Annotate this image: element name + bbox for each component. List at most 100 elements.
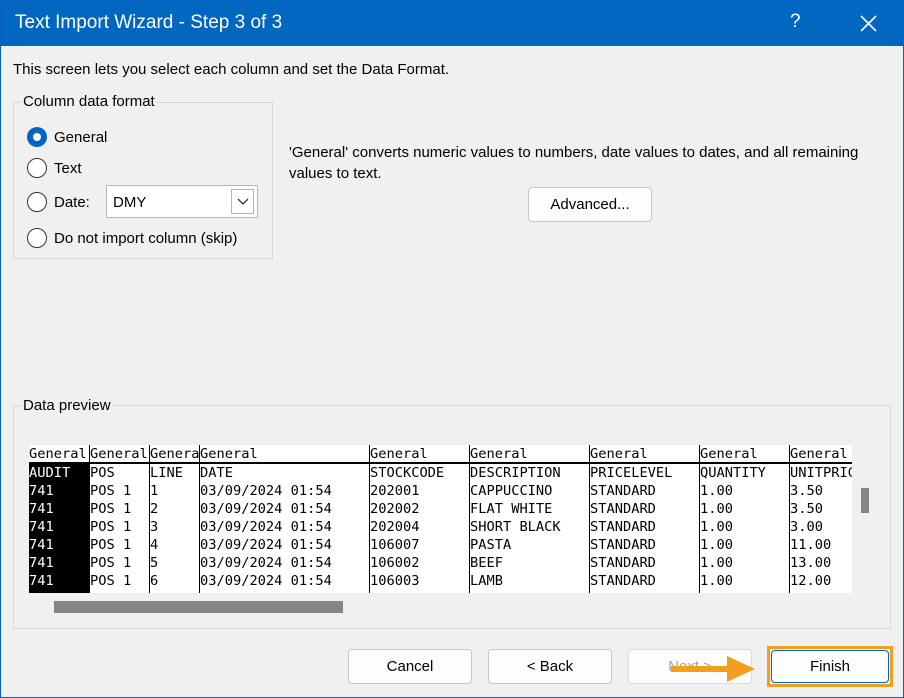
preview-cell: 1.00 (700, 555, 733, 571)
preview-cell: 202002 (370, 501, 420, 517)
preview-cell: STOCKCODE (370, 465, 445, 481)
preview-cell: 106007 (370, 537, 420, 553)
preview-cell: POS 1 (90, 573, 132, 589)
preview-cell: 1.00 (700, 537, 733, 553)
preview-cell: 741 (29, 519, 54, 535)
preview-column-header[interactable]: General (370, 445, 469, 464)
radio-general-label: General (54, 128, 108, 146)
preview-cell: PRICELEVEL (590, 465, 673, 481)
preview-cell: 1.00 (700, 501, 733, 517)
radio-text-button[interactable] (27, 158, 47, 178)
preview-cell: 1 (150, 483, 159, 499)
preview-cell: FLAT WHITE (470, 501, 553, 517)
preview-cell: LAMB (470, 573, 503, 589)
preview-column-header[interactable]: General (590, 445, 699, 464)
preview-cell: POS 1 (90, 483, 132, 499)
preview-cell: CAPPUCCINO (470, 483, 553, 499)
annotation-arrow-icon (671, 656, 755, 682)
radio-text-label: Text (54, 159, 82, 177)
preview-cell: 1.00 (700, 519, 733, 535)
preview-column[interactable]: General QUANTITY 1.00 1.00 1.00 1.00 1.00 1.00 (699, 445, 789, 593)
radio-text[interactable]: Text (27, 156, 82, 180)
preview-cell: 741 (29, 537, 54, 553)
preview-cell: POS (90, 465, 115, 481)
preview-cell: 03/09/2024 01:54 (200, 573, 332, 589)
intro-text: This screen lets you select each column … (13, 61, 450, 78)
preview-cell: 741 (29, 483, 54, 499)
preview-column[interactable]: General DATE 03/09/2024 01:54 03/09/2024 01… (199, 445, 369, 593)
preview-column-header[interactable]: General (470, 445, 589, 464)
close-icon (860, 15, 877, 32)
vertical-scrollbar-thumb[interactable] (861, 488, 869, 513)
preview-cell: DESCRIPTION (470, 465, 561, 481)
chevron-down-icon (237, 198, 248, 205)
preview-column-header[interactable]: General (200, 445, 369, 464)
radio-skip-label: Do not import column (skip) (54, 229, 238, 247)
radio-skip[interactable]: Do not import column (skip) (27, 226, 237, 250)
preview-cell: STANDARD (590, 501, 656, 517)
preview-cell: 3.00 (790, 519, 823, 535)
preview-column[interactable]: General AUDIT 741 741 741 741 741 741 (29, 445, 89, 593)
dropdown-toggle[interactable] (231, 189, 254, 214)
preview-cell: DATE (200, 465, 233, 481)
column-data-format-label: Column data format (21, 93, 157, 110)
preview-cell: STANDARD (590, 537, 656, 553)
text-import-wizard-dialog: Text Import Wizard - Step 3 of 3 ? This … (0, 0, 904, 698)
preview-cell: POS 1 (90, 537, 132, 553)
preview-column[interactable]: General POS POS 1 POS 1 POS 1 POS 1 POS 1 POS 1 (89, 445, 149, 593)
radio-general[interactable]: General (27, 125, 107, 149)
preview-cell: 3.50 (790, 483, 823, 499)
preview-cell: POS 1 (90, 501, 132, 517)
preview-cell: AUDIT (29, 465, 71, 481)
preview-cell: LINE (150, 465, 183, 481)
preview-cell: STANDARD (590, 573, 656, 589)
preview-column-header[interactable]: General (790, 445, 852, 464)
preview-column-header[interactable]: General (150, 445, 199, 464)
preview-column[interactable]: General DESCRIPTION CAPPUCCINO FLAT WHITE SH… (469, 445, 589, 593)
preview-cell: 4 (150, 537, 159, 553)
close-button[interactable] (850, 8, 886, 40)
preview-column-header[interactable]: General (700, 445, 789, 464)
radio-date-button[interactable] (27, 192, 47, 212)
data-preview-grid[interactable]: General AUDIT 741 741 741 741 741 741 General POS… (29, 445, 852, 593)
radio-general-button[interactable] (27, 127, 47, 147)
horizontal-scrollbar-thumb[interactable] (54, 601, 343, 613)
preview-cell: 3 (150, 519, 159, 535)
preview-cell: 741 (29, 501, 54, 517)
back-button[interactable]: < Back (488, 649, 612, 684)
window-title: Text Import Wizard - Step 3 of 3 (15, 12, 283, 33)
radio-date-label: Date: (54, 193, 90, 211)
preview-cell: PASTA (470, 537, 512, 553)
preview-cell: SHORT BLACK (470, 519, 561, 535)
preview-cell: 5 (150, 555, 159, 571)
preview-cell: 12.00 (790, 573, 832, 589)
cancel-button[interactable]: Cancel (348, 649, 472, 684)
preview-column[interactable]: General STOCKCODE 202001 202002 202004 106007… (369, 445, 469, 593)
preview-cell: 202001 (370, 483, 420, 499)
preview-cell: 13.00 (790, 555, 832, 571)
preview-cell: QUANTITY (700, 465, 766, 481)
date-format-value: DMY (113, 194, 147, 211)
preview-cell: UNITPRICE (790, 465, 852, 481)
preview-cell: 03/09/2024 01:54 (200, 501, 332, 517)
preview-column[interactable]: General PRICELEVEL STANDARD STANDARD STANDAR… (589, 445, 699, 593)
preview-column[interactable]: GeneralUNITPRICE 3.50 3.50 3.00 11.00 13.00 12… (789, 445, 852, 593)
preview-column-header[interactable]: General (29, 445, 89, 464)
preview-cell: 741 (29, 573, 54, 589)
date-format-dropdown[interactable]: DMY (106, 185, 258, 218)
finish-button[interactable]: Finish (771, 650, 889, 683)
preview-column-header[interactable]: General (90, 445, 149, 464)
radio-skip-button[interactable] (27, 228, 47, 248)
help-button[interactable]: ? (790, 11, 801, 33)
advanced-button[interactable]: Advanced... (528, 187, 652, 222)
preview-column[interactable]: GeneralLINE 1 2 3 4 5 6 (149, 445, 199, 593)
preview-cell: 1.00 (700, 483, 733, 499)
preview-cell: STANDARD (590, 483, 656, 499)
preview-cell: STANDARD (590, 555, 656, 571)
preview-cell: 202004 (370, 519, 420, 535)
preview-cell: 106002 (370, 555, 420, 571)
preview-cell: 6 (150, 573, 159, 589)
title-bar: Text Import Wizard - Step 3 of 3 ? (1, 1, 903, 46)
preview-cell: 03/09/2024 01:54 (200, 483, 332, 499)
radio-date[interactable]: Date: (27, 190, 90, 214)
